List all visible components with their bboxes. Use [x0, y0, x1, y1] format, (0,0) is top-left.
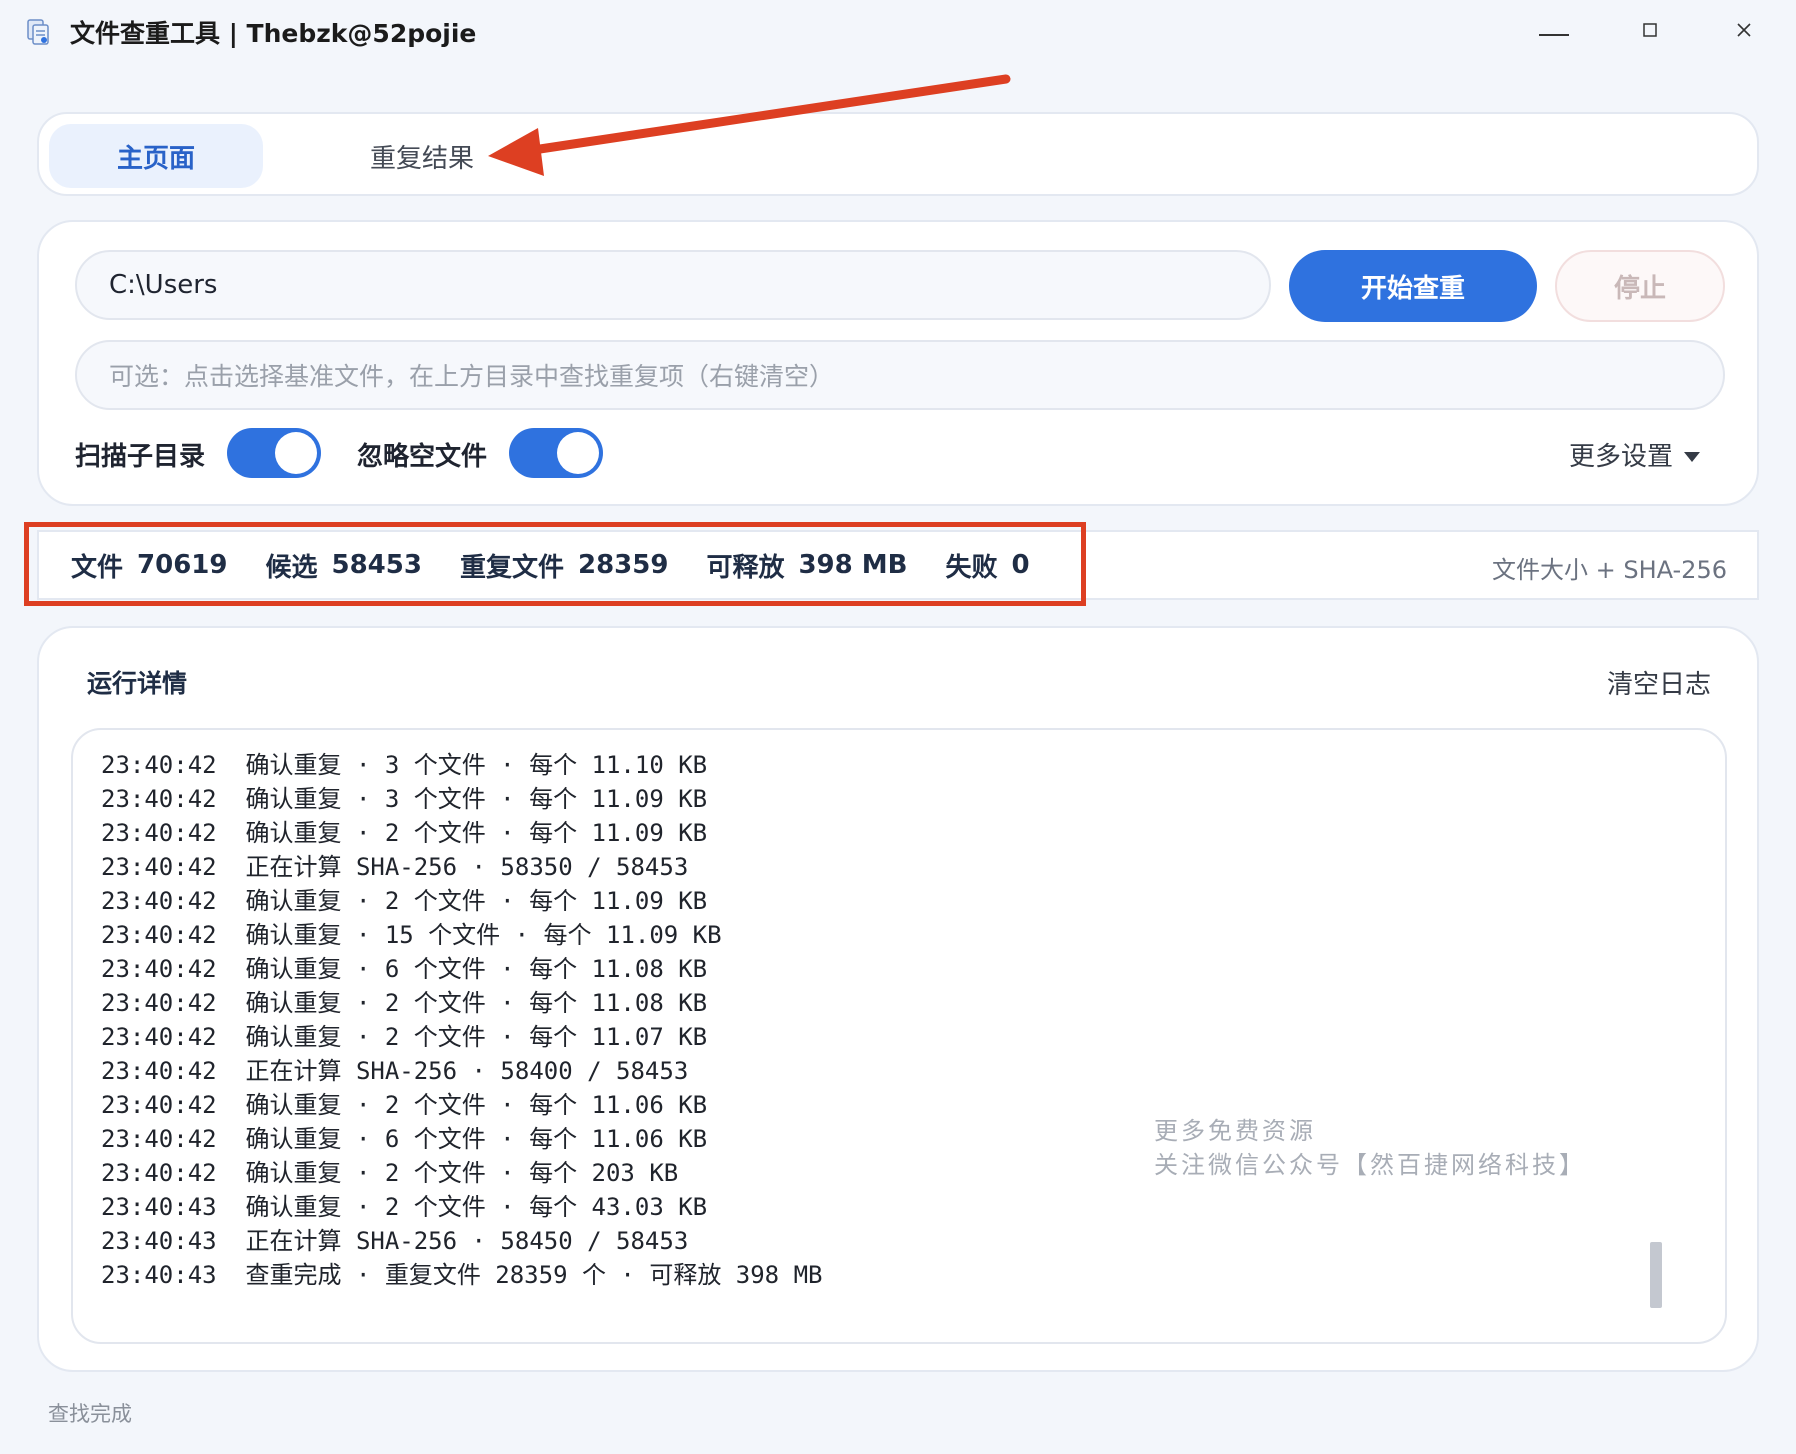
directory-path-input[interactable]: C:\Users [75, 250, 1271, 320]
close-icon [1737, 22, 1751, 41]
log-title: 运行详情 [87, 669, 188, 698]
more-settings-label: 更多设置 [1569, 442, 1674, 472]
scan-subdirs-label: 扫描子目录 [75, 442, 206, 472]
caret-down-icon [1683, 440, 1701, 470]
hash-algorithm-label: 文件大小 + SHA-256 [1491, 556, 1727, 584]
stop-button: 停止 [1555, 250, 1725, 322]
ignore-empty-files-toggle[interactable] [509, 428, 603, 478]
base-file-input[interactable]: 可选：点击选择基准文件，在上方目录中查找重复项（右键清空） [75, 340, 1725, 410]
log-scrollbar-thumb[interactable] [1650, 1242, 1662, 1308]
scan-controls-panel: C:\Users 开始查重 停止 可选：点击选择基准文件，在上方目录中查找重复项… [37, 220, 1759, 506]
maximize-icon [1643, 22, 1657, 41]
log-line: 23:40:43 确认重复 · 2 个文件 · 每个 43.03 KB [101, 1193, 708, 1221]
watermark: 更多免费资源 关注微信公众号【然百捷网络科技】 [1154, 1114, 1586, 1182]
log-line: 23:40:42 确认重复 · 6 个文件 · 每个 11.06 KB [101, 1125, 708, 1153]
log-line: 23:40:42 确认重复 · 2 个文件 · 每个 11.09 KB [101, 819, 708, 847]
start-scan-button[interactable]: 开始查重 [1289, 250, 1537, 322]
clear-log-button[interactable]: 清空日志 [1607, 664, 1711, 701]
scan-subdirs-toggle[interactable] [227, 428, 321, 478]
tab-duplicate-results[interactable]: 重复结果 [307, 124, 537, 188]
log-panel: 运行详情 清空日志 23:40:42 确认重复 · 3 个文件 · 每个 11.… [37, 626, 1759, 1372]
status-text: 查找完成 [48, 1402, 132, 1426]
annotation-highlight-box [24, 522, 1086, 606]
log-line: 23:40:42 确认重复 · 6 个文件 · 每个 11.08 KB [101, 955, 708, 983]
window-title: 文件查重工具 | Thebzk@52pojie [70, 19, 477, 48]
log-line: 23:40:42 确认重复 · 3 个文件 · 每个 11.10 KB [101, 751, 708, 779]
log-line: 23:40:42 正在计算 SHA-256 · 58350 / 58453 [101, 853, 689, 881]
log-line: 23:40:43 正在计算 SHA-256 · 58450 / 58453 [101, 1227, 689, 1255]
watermark-line-1: 更多免费资源 [1154, 1117, 1316, 1145]
log-line: 23:40:42 正在计算 SHA-256 · 58400 / 58453 [101, 1057, 689, 1085]
ignore-empty-files-label: 忽略空文件 [357, 442, 488, 472]
title-bar: 文件查重工具 | Thebzk@52pojie [0, 0, 1796, 62]
log-line: 23:40:42 确认重复 · 15 个文件 · 每个 11.09 KB [101, 921, 722, 949]
log-line: 23:40:42 确认重复 · 2 个文件 · 每个 11.07 KB [101, 1023, 708, 1051]
log-line: 23:40:42 确认重复 · 2 个文件 · 每个 203 KB [101, 1159, 679, 1187]
log-line: 23:40:42 确认重复 · 2 个文件 · 每个 11.08 KB [101, 989, 708, 1017]
log-line: 23:40:43 查重完成 · 重复文件 28359 个 · 可释放 398 M… [101, 1261, 823, 1289]
minimize-icon [1539, 22, 1569, 41]
maximize-button[interactable] [1620, 10, 1680, 52]
log-line: 23:40:42 确认重复 · 2 个文件 · 每个 11.09 KB [101, 887, 708, 915]
close-button[interactable] [1714, 10, 1774, 52]
log-output: 23:40:42 确认重复 · 3 个文件 · 每个 11.10 KB 23:40… [71, 728, 1727, 1344]
tab-main-page[interactable]: 主页面 [49, 124, 263, 188]
tab-bar: 主页面 重复结果 [37, 112, 1759, 196]
log-line: 23:40:42 确认重复 · 2 个文件 · 每个 11.06 KB [101, 1091, 708, 1119]
minimize-button[interactable] [1524, 10, 1584, 52]
log-lines: 23:40:42 确认重复 · 3 个文件 · 每个 11.10 KB 23:40… [101, 748, 822, 1292]
log-line: 23:40:42 确认重复 · 3 个文件 · 每个 11.09 KB [101, 785, 708, 813]
watermark-line-2: 关注微信公众号【然百捷网络科技】 [1154, 1151, 1586, 1179]
more-settings-dropdown[interactable]: 更多设置 [1569, 436, 1701, 473]
document-duplicate-icon [26, 19, 50, 45]
